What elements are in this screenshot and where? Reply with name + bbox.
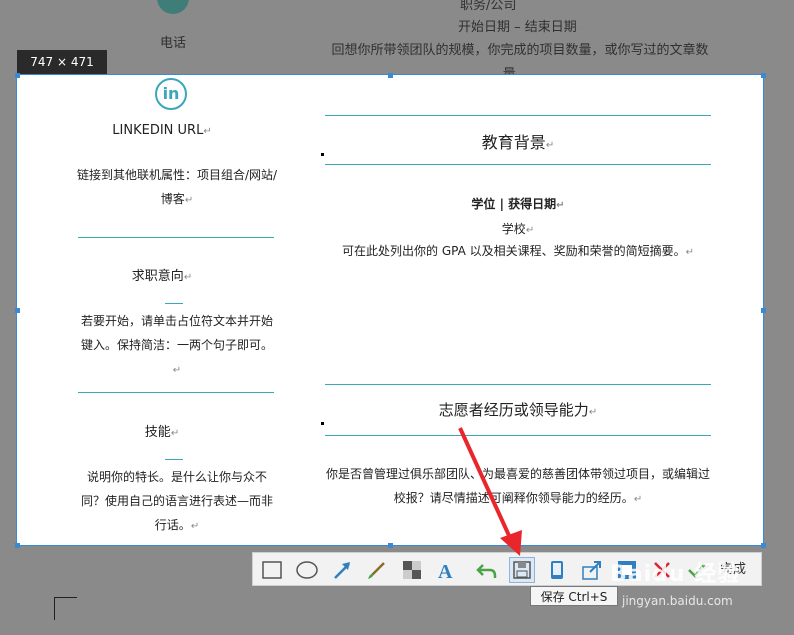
undo-icon[interactable] — [475, 558, 499, 582]
save-icon[interactable] — [509, 557, 535, 583]
resize-handle-top-right[interactable] — [761, 73, 766, 78]
volunteer-description: 你是否曾管理过俱乐部团队、为最喜爱的慈善团体带领过项目，或编辑过校报？请尽情描述… — [325, 467, 710, 505]
school-line: 学校↵ — [501, 222, 535, 236]
baidu-watermark: Baidu 经验 — [610, 562, 741, 587]
rectangle-icon[interactable] — [260, 558, 284, 582]
linkedin-description: 链接到其他联机属性：项目组合/网站/博客↵ — [76, 168, 278, 206]
divider — [325, 115, 711, 116]
phone-icon — [157, 0, 189, 14]
education-title: 教育背景↵ — [481, 133, 555, 152]
linkedin-label: LINKEDIN URL↵ — [112, 123, 212, 138]
short-divider — [165, 303, 183, 304]
divider — [325, 164, 711, 165]
anchor-dot — [321, 422, 324, 425]
resize-handle-top[interactable] — [388, 73, 393, 78]
resize-handle-right[interactable] — [761, 308, 766, 313]
capture-size-badge: 747 × 471 — [17, 50, 107, 74]
arrow-icon[interactable] — [330, 558, 354, 582]
skills-body: 说明你的特长。是什么让你与众不同？使用自己的语言进行表述—而非行话。↵ — [80, 470, 273, 532]
resize-handle-left[interactable] — [15, 308, 20, 313]
divider — [325, 384, 711, 385]
pin-icon[interactable] — [545, 558, 569, 582]
divider — [325, 435, 711, 436]
job-title-partial: 职务/公司 — [460, 0, 517, 13]
degree-line: 学位 | 获得日期↵ — [471, 197, 565, 211]
skills-title: 技能↵ — [144, 425, 180, 440]
share-icon[interactable] — [580, 558, 604, 582]
anchor-dot — [321, 153, 324, 156]
svg-text:A: A — [438, 561, 453, 582]
objective-title: 求职意向↵ — [131, 269, 193, 284]
brush-icon[interactable] — [365, 558, 389, 582]
ellipse-icon[interactable] — [295, 558, 319, 582]
job-dates: 开始日期 – 结束日期↵ — [458, 20, 586, 35]
resume-left-column: in LINKEDIN URL↵ 链接到其他联机属性：项目组合/网站/博客↵ 求… — [17, 75, 307, 545]
phone-label: 电话↵ — [160, 36, 195, 51]
resize-handle-bottom-right[interactable] — [761, 543, 766, 548]
short-divider — [165, 459, 183, 460]
page-corner-mark — [54, 597, 77, 620]
objective-body: 若要开始，请单击占位符文本并开始键入。保持简洁：一两个句子即可。↵ — [80, 314, 273, 376]
divider — [78, 392, 274, 393]
resize-handle-top-left[interactable] — [15, 73, 20, 78]
resize-handle-bottom-left[interactable] — [15, 543, 20, 548]
mosaic-icon[interactable] — [400, 558, 424, 582]
resume-right-column: 教育背景↵ 学位 | 获得日期↵ 学校↵ 可在此处列出你的 GPA 以及相关课程… — [317, 75, 763, 545]
volunteer-title: 志愿者经历或领导能力↵ — [438, 401, 598, 419]
resize-handle-bottom[interactable] — [388, 543, 393, 548]
divider — [78, 237, 274, 238]
capture-selection[interactable]: in LINKEDIN URL↵ 链接到其他联机属性：项目组合/网站/博客↵ 求… — [16, 74, 764, 546]
linkedin-icon: in — [155, 78, 187, 110]
text-icon[interactable]: A — [435, 558, 459, 583]
education-description: 可在此处列出你的 GPA 以及相关课程、奖励和荣誉的简短摘要。↵ — [342, 244, 694, 258]
watermark-url: jingyan.baidu.com — [622, 594, 733, 608]
save-tooltip: 保存 Ctrl+S — [530, 586, 618, 606]
